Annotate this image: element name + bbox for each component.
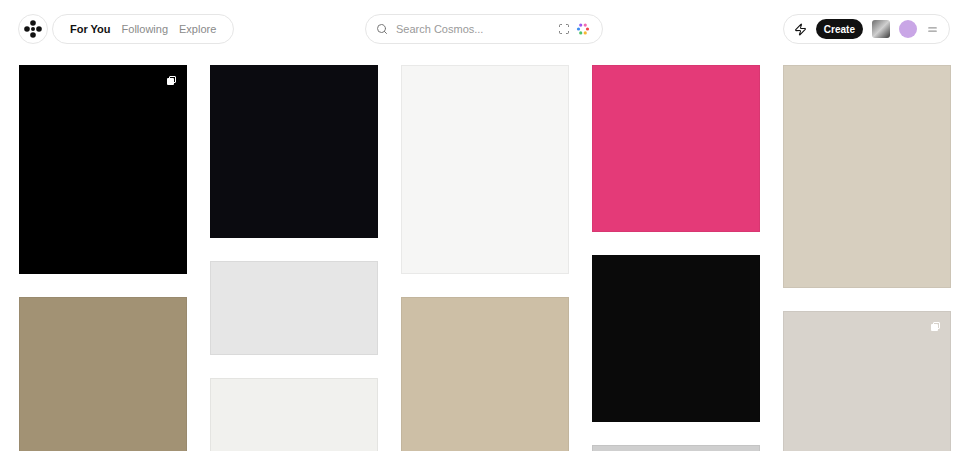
visual-search-icon[interactable] xyxy=(558,23,570,35)
feed-tile[interactable] xyxy=(401,65,569,274)
feed-tile[interactable] xyxy=(19,65,187,274)
create-button[interactable]: Create xyxy=(816,19,863,39)
search-icon xyxy=(376,23,388,35)
feed-column xyxy=(210,65,378,451)
feed-tile[interactable] xyxy=(592,445,760,451)
feed xyxy=(0,58,966,451)
feed-tile[interactable] xyxy=(210,378,378,451)
feed-tile[interactable] xyxy=(783,311,951,451)
logo-icon xyxy=(23,19,43,39)
nav-tab[interactable]: Following xyxy=(122,23,168,35)
logo[interactable] xyxy=(18,14,48,44)
page: For You Following Explore Create xyxy=(0,0,966,451)
color-search-icon[interactable] xyxy=(576,22,590,36)
search-input[interactable] xyxy=(394,22,552,36)
top-bar: For You Following Explore Create xyxy=(0,0,966,58)
feed-tile[interactable] xyxy=(401,297,569,451)
nav-tab[interactable]: For You xyxy=(70,23,111,35)
actions: Create xyxy=(783,14,950,44)
feed-tile[interactable] xyxy=(592,255,760,422)
collection-icon xyxy=(167,76,176,85)
feed-column xyxy=(592,65,760,451)
feed-tile[interactable] xyxy=(783,65,951,288)
feed-tile[interactable] xyxy=(210,261,378,355)
feed-column xyxy=(19,65,187,451)
avatar[interactable] xyxy=(899,20,917,38)
nav-tab[interactable]: Explore xyxy=(179,23,216,35)
feed-tile[interactable] xyxy=(592,65,760,232)
lightning-icon[interactable] xyxy=(794,23,807,36)
feed-tile[interactable] xyxy=(19,297,187,451)
feed-column xyxy=(783,65,951,451)
menu-icon[interactable] xyxy=(926,23,939,36)
feed-tile[interactable] xyxy=(210,65,378,238)
search-bar xyxy=(365,14,603,44)
collection-icon xyxy=(931,322,940,331)
nav-tabs: For You Following Explore xyxy=(52,14,234,44)
feed-column xyxy=(401,65,569,451)
space-thumbnail[interactable] xyxy=(872,20,890,38)
